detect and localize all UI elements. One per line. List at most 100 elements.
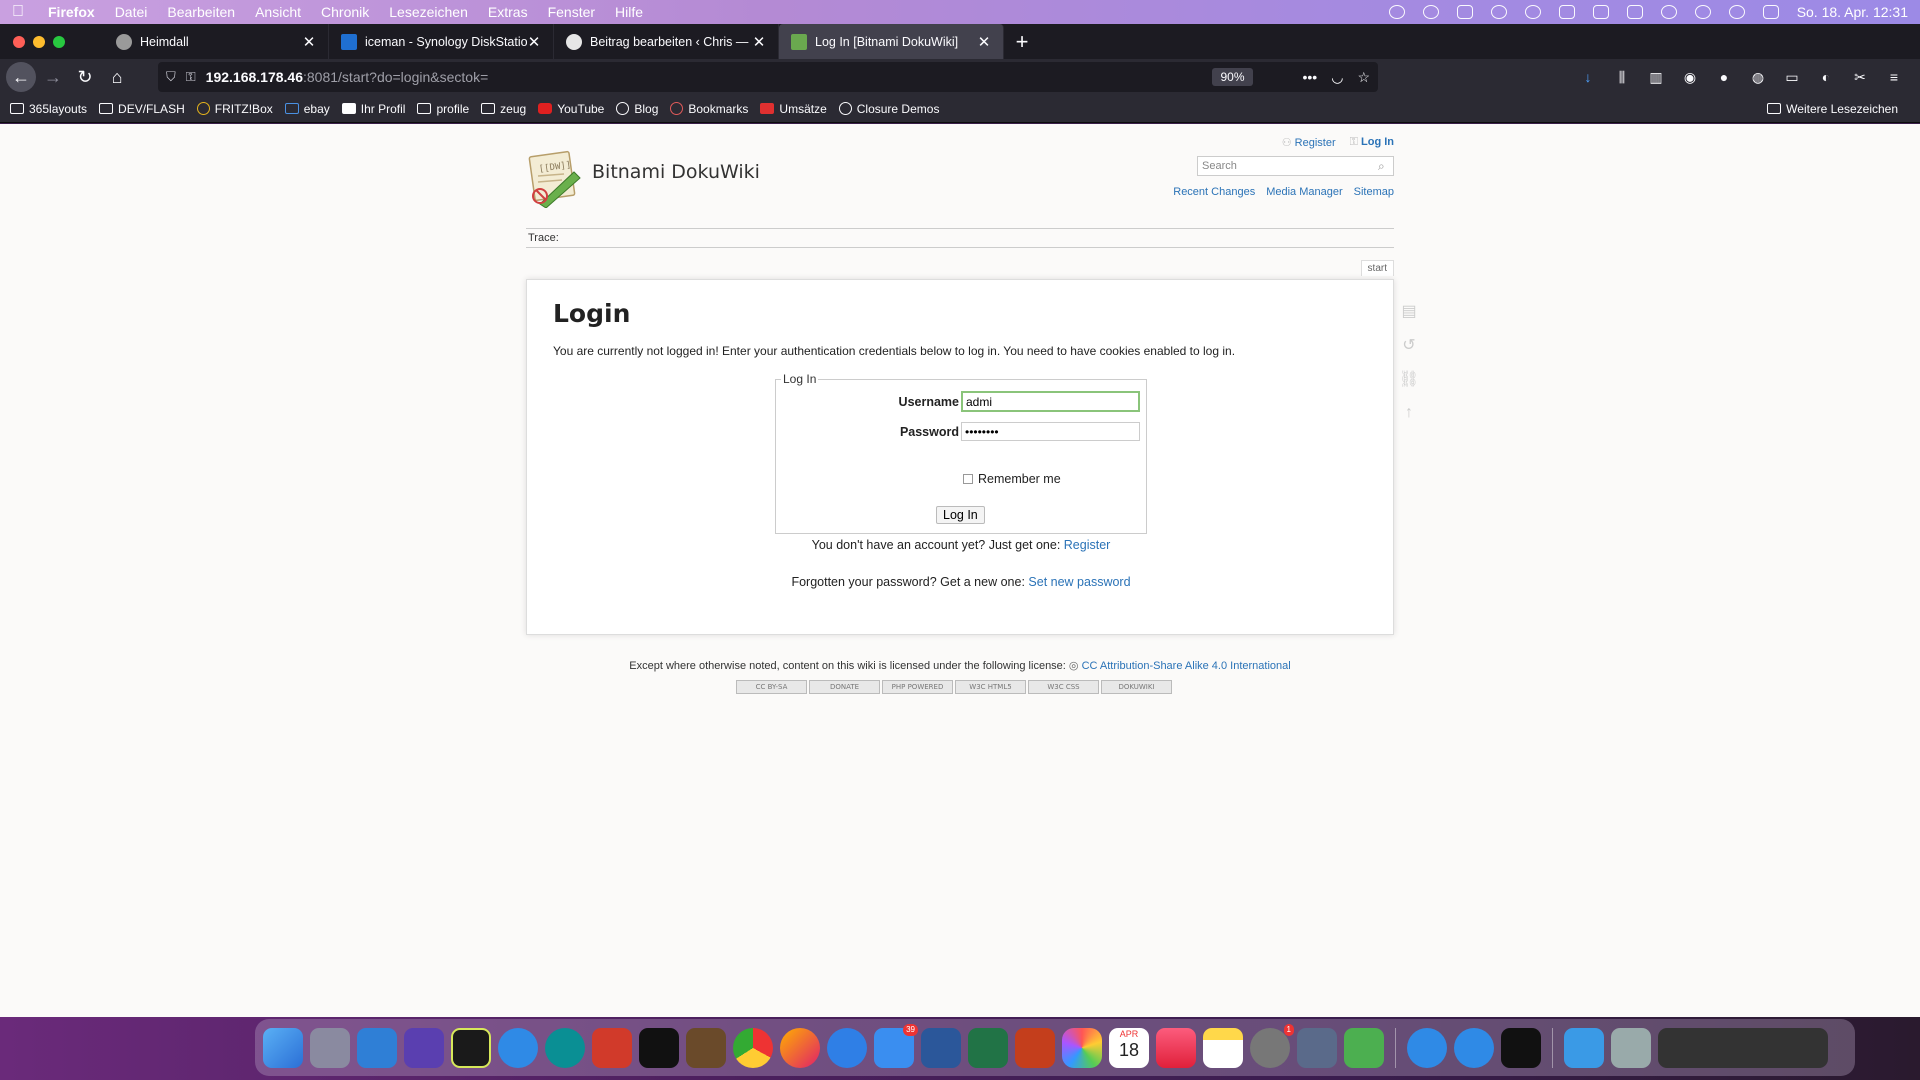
- url-bar[interactable]: ⛉ ⚿ 192.168.178.46:8081/start?do=login&s…: [158, 62, 1378, 92]
- mail-app-icon[interactable]: 39: [874, 1023, 918, 1068]
- terminal-app-icon[interactable]: [639, 1027, 679, 1068]
- firefox-app-icon[interactable]: [780, 1027, 820, 1068]
- minimized-window-thumbnail[interactable]: [1658, 1027, 1828, 1068]
- bookmark-more[interactable]: Weitere Lesezeichen: [1767, 102, 1898, 116]
- forward-button[interactable]: →: [38, 62, 68, 92]
- tab-dokuwiki-login[interactable]: Log In [Bitnami DokuWiki] ✕: [779, 24, 1004, 59]
- app-menu-icon[interactable]: ≡: [1886, 69, 1902, 85]
- close-tab-icon[interactable]: ✕: [977, 33, 991, 51]
- login-submit-button[interactable]: Log In: [936, 506, 985, 524]
- spotlight-search-icon[interactable]: [1728, 5, 1745, 19]
- remote-desktop-app-icon[interactable]: [592, 1027, 632, 1068]
- apple-menu-icon[interactable]: : [12, 4, 28, 20]
- media-manager-link[interactable]: Media Manager: [1266, 186, 1342, 198]
- bookmark-zeug[interactable]: zeug: [481, 102, 526, 116]
- menu-bearbeiten[interactable]: Bearbeiten: [167, 4, 235, 20]
- badge-html5[interactable]: W3C HTML5: [955, 680, 1026, 694]
- tab-heimdall[interactable]: Heimdall ✕: [104, 24, 329, 59]
- weather-status-icon[interactable]: [1456, 5, 1473, 19]
- calibre-app-icon[interactable]: [686, 1027, 726, 1068]
- badge-php[interactable]: PHP POWERED: [882, 680, 953, 694]
- back-button[interactable]: ←: [6, 62, 36, 92]
- bookmark-profile[interactable]: profile: [417, 102, 469, 116]
- search-icon[interactable]: ⌕: [1378, 159, 1390, 173]
- music-app-icon[interactable]: [1156, 1027, 1196, 1068]
- bookmark-dev-flash[interactable]: DEV/FLASH: [99, 102, 185, 116]
- dokuwiki-logo[interactable]: [[DW]]: [526, 150, 584, 208]
- container-icon[interactable]: ▭: [1784, 69, 1800, 85]
- set-new-password-link[interactable]: Set new password: [1028, 575, 1130, 589]
- vscode-app-icon[interactable]: [357, 1027, 397, 1068]
- menu-hilfe[interactable]: Hilfe: [615, 4, 643, 20]
- volume-icon[interactable]: [1558, 5, 1575, 19]
- tracking-shield-icon[interactable]: ⛉: [166, 69, 176, 85]
- extension-shield-icon[interactable]: ●: [1716, 69, 1732, 85]
- license-link[interactable]: CC Attribution-Share Alike 4.0 Internati…: [1082, 660, 1291, 672]
- bookmark-star-icon[interactable]: ☆: [1357, 69, 1370, 86]
- badge-css[interactable]: W3C CSS: [1028, 680, 1099, 694]
- virtualbox-app-icon[interactable]: [1344, 1027, 1384, 1068]
- notes-app-icon[interactable]: [1203, 1027, 1243, 1068]
- visual-studio-app-icon[interactable]: [404, 1027, 444, 1068]
- tab-wordpress[interactable]: Beitrag bearbeiten ‹ Chris — W ✕: [554, 24, 779, 59]
- docker-instance-1-icon[interactable]: [1407, 1027, 1447, 1068]
- menu-extras[interactable]: Extras: [488, 4, 528, 20]
- close-tab-icon[interactable]: ✕: [527, 33, 541, 51]
- menu-app-firefox[interactable]: Firefox: [48, 4, 95, 20]
- library-icon[interactable]: ⫼: [1614, 69, 1630, 85]
- user-icon[interactable]: [1694, 5, 1711, 19]
- menu-chronik[interactable]: Chronik: [321, 4, 369, 20]
- back-to-top-icon[interactable]: ↑: [1400, 404, 1418, 422]
- zoom-window-button[interactable]: [53, 35, 65, 48]
- close-tab-icon[interactable]: ✕: [302, 33, 316, 51]
- pycharm-app-icon[interactable]: [451, 1027, 491, 1068]
- bookmark-ihr-profil[interactable]: Ihr Profil: [341, 102, 405, 116]
- bookmark-blog[interactable]: Blog: [616, 102, 658, 116]
- show-page-icon[interactable]: ▤: [1400, 302, 1418, 320]
- close-tab-icon[interactable]: ✕: [752, 33, 766, 51]
- terminal-window-icon[interactable]: [1501, 1027, 1541, 1068]
- downloads-folder-icon[interactable]: [1564, 1027, 1604, 1068]
- docker-app-icon[interactable]: [498, 1027, 538, 1068]
- excel-app-icon[interactable]: [968, 1027, 1008, 1068]
- recent-changes-link[interactable]: Recent Changes: [1173, 186, 1255, 198]
- globe-status-icon[interactable]: [1422, 5, 1439, 19]
- trash-icon[interactable]: [1611, 1027, 1651, 1068]
- menu-datei[interactable]: Datei: [115, 4, 148, 20]
- play-status-icon[interactable]: [1524, 5, 1541, 19]
- extension-circle-icon[interactable]: ◐: [1818, 69, 1834, 85]
- search-input[interactable]: Search ⌕: [1197, 156, 1394, 176]
- insecure-lock-icon[interactable]: ⚿: [186, 69, 196, 85]
- old-revisions-icon[interactable]: ↺: [1400, 336, 1418, 354]
- finder-app-icon[interactable]: [263, 1027, 303, 1068]
- bluetooth-icon[interactable]: [1592, 5, 1609, 19]
- word-app-icon[interactable]: [921, 1027, 961, 1068]
- remember-me[interactable]: Remember me: [963, 472, 1061, 486]
- chrome-app-icon[interactable]: [733, 1027, 773, 1068]
- bookmark-umsaetze[interactable]: Umsätze: [760, 102, 827, 116]
- downloads-icon[interactable]: ↓: [1580, 69, 1596, 85]
- new-tab-button[interactable]: +: [1004, 29, 1040, 55]
- bookmark-closure-demos[interactable]: Closure Demos: [838, 102, 939, 116]
- shield-status-icon[interactable]: [1490, 5, 1507, 19]
- gear-status-icon[interactable]: [1388, 5, 1405, 19]
- login-tool[interactable]: ⚿ Log In: [1350, 136, 1394, 149]
- username-input[interactable]: [961, 391, 1140, 412]
- launchpad-app-icon[interactable]: [310, 1027, 350, 1068]
- arduino-app-icon[interactable]: [545, 1027, 585, 1068]
- bookmark-365layouts[interactable]: 365layouts: [10, 102, 87, 116]
- password-input[interactable]: [961, 422, 1140, 441]
- register-tool[interactable]: ⚇ Register: [1282, 136, 1336, 149]
- safari-app-icon[interactable]: [827, 1027, 867, 1068]
- docker-instance-2-icon[interactable]: [1454, 1027, 1494, 1068]
- battery-icon[interactable]: [1626, 5, 1643, 19]
- preview-app-icon[interactable]: [1297, 1027, 1337, 1068]
- badge-donate[interactable]: DONATE: [809, 680, 880, 694]
- control-center-icon[interactable]: [1762, 5, 1779, 19]
- badge-dokuwiki[interactable]: DOKUWIKI: [1101, 680, 1172, 694]
- adblock-icon[interactable]: ◍: [1750, 69, 1766, 85]
- powerpoint-app-icon[interactable]: [1015, 1027, 1055, 1068]
- extension-tool-icon[interactable]: ✂: [1852, 69, 1868, 85]
- badge-cc[interactable]: CC BY-SA: [736, 680, 807, 694]
- sidebar-icon[interactable]: ▥: [1648, 69, 1664, 85]
